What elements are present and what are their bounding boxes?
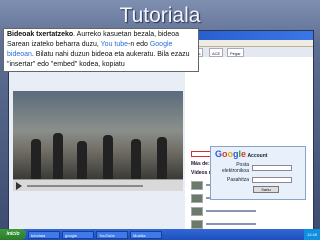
tab-ace[interactable]: ACE [209, 48, 224, 57]
tab-bar: VÍdeo ACE Pegar [185, 47, 313, 57]
google-account-panel: Google Account Posta elektronikoa Pasahi… [210, 146, 306, 200]
google-logo: Google Account [215, 149, 268, 159]
taskbar-item[interactable]: google [62, 230, 94, 239]
account-label: Account [247, 153, 268, 159]
taskbar: inicio tutoriala google YouTube Mozilla … [0, 229, 320, 240]
video-frame [13, 91, 183, 179]
youtube-sidebar: VÍdeo ACE Pegar Más de: tapajuntsraonds … [185, 47, 313, 229]
video-thumbnail[interactable] [191, 206, 203, 216]
email-label: Posta elektronikoa [222, 162, 249, 174]
taskbar-item[interactable]: YouTube [96, 230, 128, 239]
instruction-caption: Bideoak txertatzeko. Aurreko kasuetan be… [3, 28, 199, 72]
video-controls [13, 179, 183, 191]
sign-in-button[interactable]: Sartu [253, 186, 279, 193]
slide-title: Tutoriala [119, 4, 201, 27]
video-thumbnail[interactable] [191, 180, 203, 190]
taskbar-item[interactable]: Mozilla [130, 230, 162, 239]
video-thumbnail[interactable] [191, 219, 203, 229]
play-icon[interactable] [16, 182, 22, 190]
video-player[interactable] [13, 91, 183, 191]
tab-pegar[interactable]: Pegar [227, 48, 244, 57]
password-field[interactable] [252, 177, 292, 183]
caption-lead: Bideoak txertatzeko [7, 31, 74, 38]
video-progress-bar[interactable] [27, 185, 143, 187]
taskbar-item[interactable]: tutoriala [28, 230, 60, 239]
start-button[interactable]: inicio [0, 229, 26, 240]
clock: 12:45 [303, 229, 320, 240]
youtube-link[interactable]: You tube [101, 41, 128, 48]
password-label: Pasahitza [227, 177, 249, 183]
list-item[interactable] [191, 205, 311, 217]
email-field[interactable] [252, 165, 292, 171]
video-thumbnail[interactable] [191, 193, 203, 203]
